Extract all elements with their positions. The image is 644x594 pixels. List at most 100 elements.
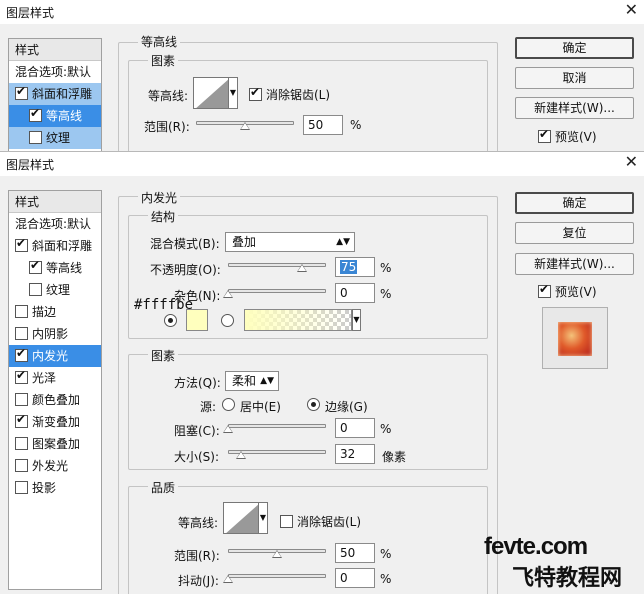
style-item-contour[interactable]: 等高线 <box>9 105 101 127</box>
style-item-blending-options[interactable]: 混合选项:默认 <box>9 213 101 235</box>
elements-group <box>128 60 488 151</box>
preview-option[interactable]: 预览(V) <box>538 283 597 300</box>
style-item-inner-shadow[interactable]: 内阴影 <box>9 323 101 345</box>
noise-input[interactable]: 0 <box>335 283 375 303</box>
bevel-checkbox[interactable] <box>15 238 28 252</box>
source-center-radio[interactable] <box>222 398 235 411</box>
opacity-unit: % <box>380 261 392 275</box>
title-bar: 图层样式 ✕ <box>0 0 644 24</box>
opacity-slider-track[interactable] <box>228 263 326 267</box>
range-slider-thumb[interactable] <box>272 550 282 558</box>
style-item-label: 斜面和浮雕 <box>32 87 93 101</box>
size-input[interactable]: 32 <box>335 444 375 464</box>
gradient-overlay-checkbox[interactable] <box>15 414 28 428</box>
contour-checkbox[interactable] <box>29 108 42 122</box>
style-item-outer-glow[interactable]: 外发光 <box>9 455 101 477</box>
style-item-drop-shadow[interactable]: 投影 <box>9 477 101 499</box>
drop-shadow-checkbox[interactable] <box>15 481 28 494</box>
cancel-button[interactable]: 取消 <box>515 67 634 89</box>
jitter-input[interactable]: 0 <box>335 568 375 588</box>
antialias-option[interactable]: 消除锯齿(L) <box>280 513 361 530</box>
size-slider-thumb[interactable] <box>235 451 246 459</box>
chevron-down-icon[interactable]: ▼ <box>229 77 238 109</box>
reset-button[interactable]: 复位 <box>515 222 634 244</box>
style-item-bevel-emboss[interactable]: 斜面和浮雕 <box>9 83 101 105</box>
styles-header[interactable]: 样式 <box>9 191 101 213</box>
jitter-slider-thumb[interactable] <box>223 575 233 583</box>
style-item-color-overlay[interactable]: 颜色叠加 <box>9 389 101 411</box>
style-item-stroke[interactable]: 描边 <box>9 301 101 323</box>
new-style-button[interactable]: 新建样式(W)... <box>515 253 634 275</box>
contour-label: 等高线: <box>178 516 219 530</box>
style-item-label: 光泽 <box>32 371 57 385</box>
style-item-label: 混合选项:默认 <box>15 65 92 79</box>
size-unit: 像素 <box>382 450 407 464</box>
contour-picker[interactable] <box>193 77 229 109</box>
noise-slider-track[interactable] <box>228 289 326 293</box>
ok-button[interactable]: 确定 <box>515 37 634 59</box>
preview-checkbox[interactable] <box>538 284 551 298</box>
style-item-satin[interactable]: 光泽 <box>9 367 101 389</box>
method-select[interactable]: 柔和 ▲▼ <box>225 371 279 391</box>
texture-checkbox[interactable] <box>29 131 42 144</box>
style-item-label: 等高线 <box>46 109 83 123</box>
pattern-overlay-checkbox[interactable] <box>15 437 28 450</box>
inner-glow-checkbox[interactable] <box>15 348 28 362</box>
style-item-pattern-overlay[interactable]: 图案叠加 <box>9 433 101 455</box>
style-item-texture[interactable]: 纹理 <box>9 279 101 301</box>
glow-gradient-preview[interactable] <box>244 309 352 331</box>
watermark-domain: fevte.com <box>484 533 588 560</box>
choke-slider-thumb[interactable] <box>223 425 233 433</box>
solid-color-radio[interactable] <box>164 314 177 327</box>
contour-label: 等高线: <box>148 89 189 103</box>
antialias-checkbox[interactable] <box>280 515 293 528</box>
new-style-button[interactable]: 新建样式(W)... <box>515 97 634 119</box>
group-title: 图素 <box>148 52 179 69</box>
range-input[interactable]: 50 <box>335 543 375 563</box>
contour-picker[interactable] <box>223 502 259 534</box>
style-item-label: 外发光 <box>32 459 69 473</box>
style-item-bevel-emboss[interactable]: 斜面和浮雕 <box>9 235 101 257</box>
choke-input[interactable]: 0 <box>335 418 375 438</box>
antialias-option[interactable]: 消除锯齿(L) <box>249 86 330 103</box>
chevron-down-icon[interactable]: ▼ <box>259 502 268 534</box>
range-input[interactable]: 50 <box>303 115 343 135</box>
jitter-slider-track[interactable] <box>228 574 326 578</box>
styles-list: 样式 混合选项:默认 斜面和浮雕 等高线 纹理 描边 内阴影 内发光 光泽 颜色… <box>8 190 102 590</box>
close-icon[interactable]: ✕ <box>625 153 638 171</box>
method-value: 柔和 <box>232 374 257 388</box>
bevel-checkbox[interactable] <box>15 86 28 100</box>
opacity-input[interactable]: 75 <box>335 257 375 277</box>
close-icon[interactable]: ✕ <box>625 1 638 19</box>
style-item-blending-options[interactable]: 混合选项:默认 <box>9 61 101 83</box>
preview-option[interactable]: 预览(V) <box>538 128 597 145</box>
range-slider-thumb[interactable] <box>240 122 250 130</box>
antialias-checkbox[interactable] <box>249 87 262 101</box>
blend-mode-select[interactable]: 叠加 ▲▼ <box>225 232 355 252</box>
chevron-down-icon[interactable]: ▼ <box>352 309 361 331</box>
style-item-contour[interactable]: 等高线 <box>9 257 101 279</box>
stroke-checkbox[interactable] <box>15 305 28 318</box>
gradient-radio[interactable] <box>221 314 234 327</box>
color-overlay-checkbox[interactable] <box>15 393 28 406</box>
contour-checkbox[interactable] <box>29 260 42 274</box>
inner-shadow-checkbox[interactable] <box>15 327 28 340</box>
opacity-slider-thumb[interactable] <box>296 264 307 272</box>
texture-checkbox[interactable] <box>29 283 42 296</box>
style-item-texture[interactable]: 纹理 <box>9 127 101 149</box>
satin-checkbox[interactable] <box>15 370 28 384</box>
styles-header[interactable]: 样式 <box>9 39 101 61</box>
preview-checkbox[interactable] <box>538 129 551 143</box>
style-item-gradient-overlay[interactable]: 渐变叠加 <box>9 411 101 433</box>
style-item-label: 混合选项:默认 <box>15 217 92 231</box>
choke-slider-track[interactable] <box>228 424 326 428</box>
style-item-label: 内阴影 <box>32 327 69 341</box>
noise-slider-thumb[interactable] <box>223 290 233 298</box>
outer-glow-checkbox[interactable] <box>15 459 28 472</box>
source-edge-radio[interactable] <box>307 398 320 411</box>
antialias-label: 消除锯齿(L) <box>297 515 362 529</box>
style-item-inner-glow[interactable]: 内发光 <box>9 345 101 367</box>
ok-button[interactable]: 确定 <box>515 192 634 214</box>
blend-mode-value: 叠加 <box>232 235 257 249</box>
source-center-label: 居中(E) <box>240 400 281 414</box>
